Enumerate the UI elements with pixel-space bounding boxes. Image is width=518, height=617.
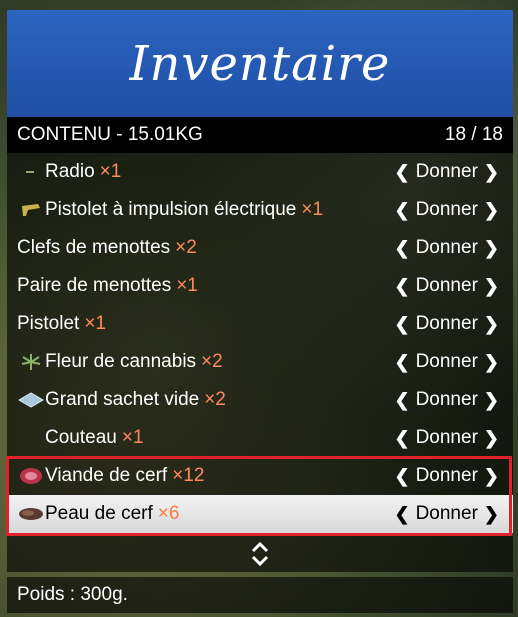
chevron-right-icon[interactable]: ❯ xyxy=(484,276,499,297)
give-label: Donner xyxy=(415,199,478,220)
list-item[interactable]: Clefs de menottes ×2 ❮ Donner ❯ xyxy=(7,229,513,267)
chevron-left-icon[interactable]: ❮ xyxy=(394,200,409,221)
give-action[interactable]: ❮ Donner ❯ xyxy=(394,465,499,487)
item-name: Clefs de menottes xyxy=(17,237,171,258)
inventory-banner: Inventaire xyxy=(7,10,513,117)
chevron-left-icon[interactable]: ❮ xyxy=(394,238,409,259)
give-action[interactable]: ❮ Donner ❯ xyxy=(394,351,499,373)
item-name: Viande de cerf xyxy=(45,465,168,486)
item-name: Radio xyxy=(45,161,95,182)
give-label: Donner xyxy=(415,161,478,182)
give-label: Donner xyxy=(415,313,478,334)
meat-icon xyxy=(17,466,45,486)
taser-icon xyxy=(17,200,45,220)
give-label: Donner xyxy=(415,427,478,448)
list-item[interactable]: Couteau ×1 ❮ Donner ❯ xyxy=(7,419,513,457)
chevron-left-icon[interactable]: ❮ xyxy=(394,428,409,449)
item-qty: ×6 xyxy=(157,503,180,524)
item-name: Pistolet à impulsion électrique xyxy=(45,199,297,220)
item-qty: ×1 xyxy=(99,161,122,182)
item-name: Paire de menottes xyxy=(17,275,172,296)
list-item[interactable]: Paire de menottes ×1 ❮ Donner ❯ xyxy=(7,267,513,305)
weight-footer: Poids : 300g. xyxy=(7,577,513,613)
cannabis-icon xyxy=(17,352,45,372)
radio-icon xyxy=(17,162,45,182)
list-item-selected[interactable]: Peau de cerf ×6 ❮ Donner ❯ xyxy=(7,495,513,533)
list-item[interactable]: Pistolet ×1 ❮ Donner ❯ xyxy=(7,305,513,343)
list-item[interactable]: Radio ×1 ❮ Donner ❯ xyxy=(7,153,513,191)
item-qty: ×1 xyxy=(84,313,106,334)
contents-label: CONTENU - 15.01KG xyxy=(17,124,203,145)
chevron-right-icon[interactable]: ❯ xyxy=(484,504,499,525)
chevron-right-icon[interactable]: ❯ xyxy=(484,314,499,335)
inventory-subheader: CONTENU - 15.01KG 18 / 18 xyxy=(7,117,513,153)
chevron-left-icon[interactable]: ❮ xyxy=(394,276,409,297)
chevron-right-icon[interactable]: ❯ xyxy=(484,238,499,259)
list-item[interactable]: Grand sachet vide ×2 ❮ Donner ❯ xyxy=(7,381,513,419)
item-name: Fleur de cannabis xyxy=(45,351,197,372)
chevron-left-icon[interactable]: ❮ xyxy=(394,314,409,335)
give-action[interactable]: ❮ Donner ❯ xyxy=(394,427,499,449)
item-name: Pistolet xyxy=(17,313,80,334)
chevron-right-icon[interactable]: ❯ xyxy=(484,428,499,449)
chevron-left-icon[interactable]: ❮ xyxy=(394,352,409,373)
chevron-left-icon[interactable]: ❮ xyxy=(394,504,409,525)
give-label: Donner xyxy=(415,465,478,486)
item-qty: ×1 xyxy=(301,199,324,220)
weight-label: Poids : 300g. xyxy=(17,584,128,605)
chevron-left-icon[interactable]: ❮ xyxy=(394,162,409,183)
chevron-left-icon[interactable]: ❮ xyxy=(394,466,409,487)
bag-icon xyxy=(17,390,45,410)
chevron-right-icon[interactable]: ❯ xyxy=(484,466,499,487)
chevron-right-icon[interactable]: ❯ xyxy=(484,162,499,183)
item-qty: ×1 xyxy=(121,427,144,448)
item-name: Grand sachet vide xyxy=(45,389,200,410)
hide-icon xyxy=(17,504,45,524)
chevron-right-icon[interactable]: ❯ xyxy=(484,352,499,373)
chevron-right-icon[interactable]: ❯ xyxy=(484,200,499,221)
give-label: Donner xyxy=(415,275,478,296)
give-action[interactable]: ❮ Donner ❯ xyxy=(394,389,499,411)
item-count: 18 / 18 xyxy=(444,124,503,145)
give-action[interactable]: ❮ Donner ❯ xyxy=(394,503,499,525)
item-qty: ×2 xyxy=(204,389,226,410)
give-action[interactable]: ❮ Donner ❯ xyxy=(394,237,499,259)
item-qty: ×1 xyxy=(176,275,198,296)
list-item[interactable]: Pistolet à impulsion électrique ×1 ❮ Don… xyxy=(7,191,513,229)
give-label: Donner xyxy=(415,351,478,372)
inventory-list: Radio ×1 ❮ Donner ❯ Pistolet à impulsion… xyxy=(7,153,513,533)
item-name: Couteau xyxy=(45,427,117,448)
item-name: Peau de cerf xyxy=(45,503,153,524)
give-label: Donner xyxy=(415,237,478,258)
give-action[interactable]: ❮ Donner ❯ xyxy=(394,161,499,183)
item-qty: ×12 xyxy=(172,465,205,486)
item-qty: ×2 xyxy=(201,351,223,372)
scroll-indicator[interactable] xyxy=(7,536,513,572)
give-action[interactable]: ❮ Donner ❯ xyxy=(394,313,499,335)
give-action[interactable]: ❮ Donner ❯ xyxy=(394,275,499,297)
knife-icon xyxy=(17,428,45,448)
list-item[interactable]: Fleur de cannabis ×2 ❮ Donner ❯ xyxy=(7,343,513,381)
chevron-right-icon[interactable]: ❯ xyxy=(484,390,499,411)
scroll-up-down-icon[interactable] xyxy=(248,540,272,568)
give-label: Donner xyxy=(415,503,478,524)
give-action[interactable]: ❮ Donner ❯ xyxy=(394,199,499,221)
give-label: Donner xyxy=(415,389,478,410)
list-item[interactable]: Viande de cerf ×12 ❮ Donner ❯ xyxy=(7,457,513,495)
page-title: Inventaire xyxy=(129,35,391,92)
chevron-left-icon[interactable]: ❮ xyxy=(394,390,409,411)
item-qty: ×2 xyxy=(175,237,197,258)
